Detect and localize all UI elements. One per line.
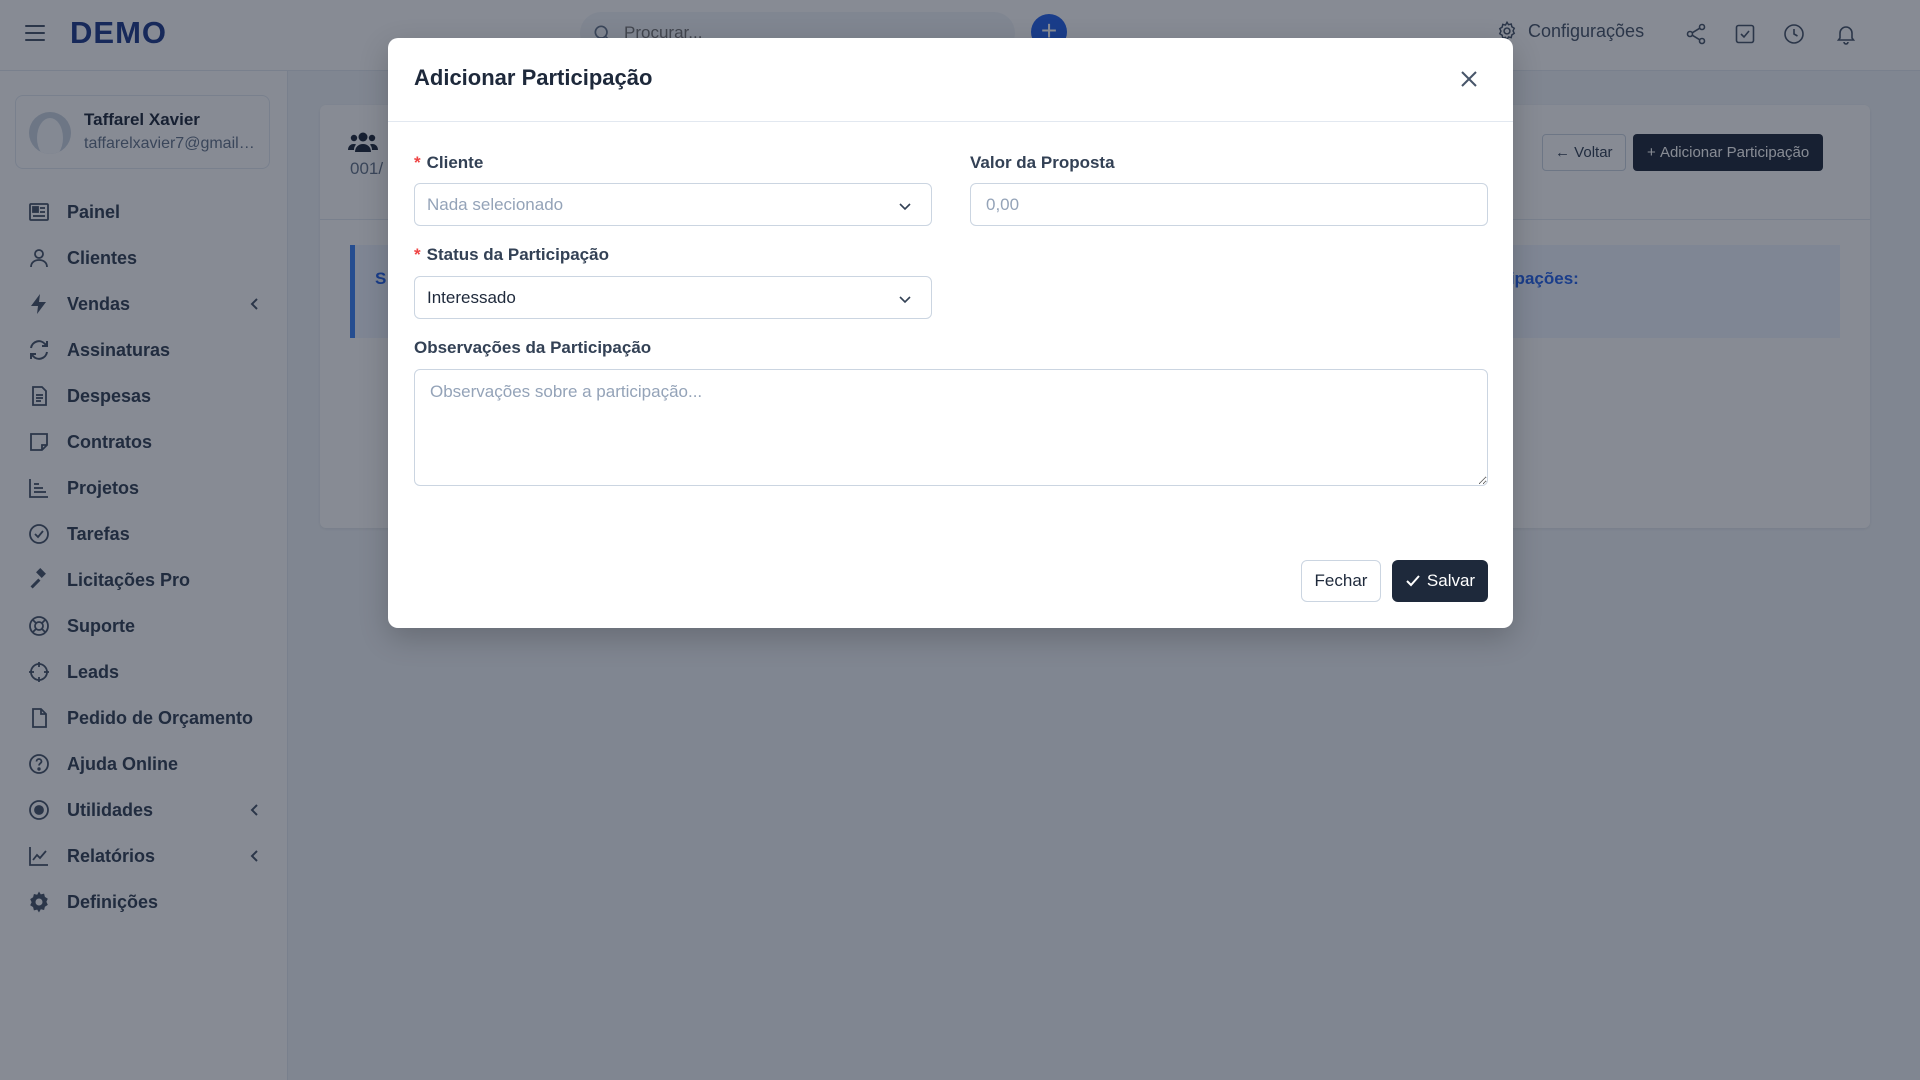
chevron-down-icon [899,203,911,211]
cliente-select[interactable]: Nada selecionado [414,183,932,226]
required-marker: * [414,153,421,172]
required-marker: * [414,245,421,264]
status-label-text: Status da Participação [426,245,609,264]
chevron-down-icon [899,296,911,304]
salvar-button[interactable]: Salvar [1392,560,1488,602]
salvar-button-label: Salvar [1426,571,1476,590]
cliente-select-value: Nada selecionado [427,195,564,214]
status-label: * Status da Participação [414,245,609,265]
add-participation-modal: Adicionar Participação * Cliente Nada sel… [388,38,1513,628]
modal-title: Adicionar Participação [414,65,653,90]
status-select-value: Interessado [427,288,516,307]
cliente-label-text: Cliente [426,153,484,172]
status-select[interactable]: Interessado [414,276,932,319]
observacoes-textarea[interactable] [414,369,1488,486]
fechar-button[interactable]: Fechar [1301,560,1381,602]
valor-label: Valor da Proposta [970,153,1115,172]
check-icon [1406,575,1420,587]
valor-input[interactable] [970,183,1488,226]
observacoes-label: Observações da Participação [414,338,652,357]
modal-header: Adicionar Participação [388,38,1513,122]
cliente-label: * Cliente [414,153,483,173]
close-icon[interactable] [1457,67,1481,91]
